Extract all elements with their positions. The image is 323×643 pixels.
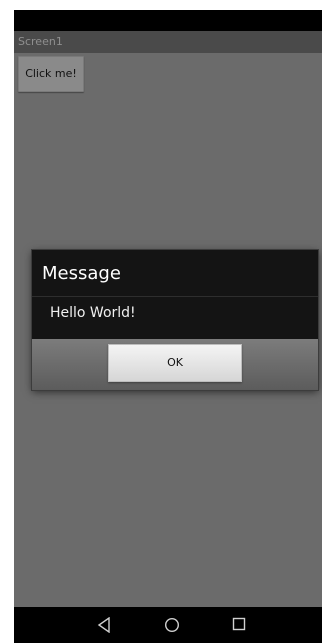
back-button[interactable] bbox=[84, 607, 124, 643]
ok-button[interactable]: OK bbox=[108, 344, 242, 382]
dialog-divider bbox=[32, 296, 318, 297]
home-button[interactable] bbox=[152, 607, 192, 643]
dialog-message: Hello World! bbox=[50, 305, 136, 321]
message-dialog: Message Hello World! OK bbox=[32, 250, 318, 390]
ok-button-label: OK bbox=[167, 356, 183, 369]
recent-apps-square-icon bbox=[232, 617, 246, 631]
screen-title-bar: Screen1 bbox=[14, 31, 322, 53]
app-screen: Screen1 Click me! Message Hello World! O… bbox=[14, 10, 322, 643]
dialog-title: Message bbox=[42, 263, 121, 284]
back-triangle-icon bbox=[97, 617, 110, 633]
home-circle-icon bbox=[164, 617, 180, 633]
click-me-button-label: Click me! bbox=[25, 67, 77, 80]
recent-apps-button[interactable] bbox=[219, 607, 259, 643]
screen-title: Screen1 bbox=[18, 35, 63, 48]
navigation-bar bbox=[14, 607, 322, 643]
click-me-button[interactable]: Click me! bbox=[18, 56, 84, 92]
dialog-button-bar: OK bbox=[32, 339, 318, 390]
status-bar bbox=[14, 10, 322, 31]
